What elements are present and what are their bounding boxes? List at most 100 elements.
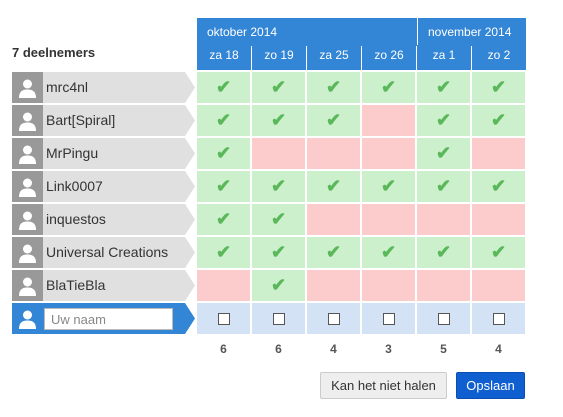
new-participant-avatar — [12, 303, 43, 334]
vote-yes-cell: ✔ — [362, 72, 415, 103]
checkmark-icon: ✔ — [215, 176, 232, 196]
checkmark-icon: ✔ — [215, 77, 232, 97]
participant-count: 7 deelnemers — [12, 45, 96, 60]
your-name-input[interactable] — [44, 308, 173, 330]
availability-cell — [362, 303, 415, 334]
vote-no-cell — [197, 270, 250, 301]
date-total: 6 — [275, 342, 282, 356]
vote-no-cell — [307, 270, 360, 301]
save-button[interactable]: Opslaan — [456, 372, 525, 399]
avatar — [12, 171, 43, 202]
date-header: zo 26 — [362, 45, 416, 70]
participant-name: Link0007 — [46, 178, 103, 194]
checkmark-icon: ✔ — [270, 275, 287, 295]
vote-yes-cell: ✔ — [307, 171, 360, 202]
vote-yes-cell: ✔ — [417, 171, 470, 202]
availability-cell — [197, 303, 250, 334]
checkmark-icon: ✔ — [270, 77, 287, 97]
checkmark-icon: ✔ — [325, 110, 342, 130]
date-header: zo 2 — [472, 45, 526, 70]
vote-yes-cell: ✔ — [417, 237, 470, 268]
date-header: za 25 — [307, 45, 361, 70]
avatar — [12, 138, 43, 169]
date-divider — [361, 46, 362, 68]
checkmark-icon: ✔ — [490, 110, 507, 130]
checkmark-icon: ✔ — [215, 110, 232, 130]
participant-name: inquestos — [46, 211, 106, 227]
participant-row: Link0007 — [12, 171, 195, 202]
date-divider — [471, 46, 472, 68]
checkmark-icon: ✔ — [215, 209, 232, 229]
checkmark-icon: ✔ — [215, 143, 232, 163]
vote-yes-cell: ✔ — [307, 237, 360, 268]
user-icon — [19, 79, 36, 98]
vote-no-cell — [362, 138, 415, 169]
vote-yes-cell: ✔ — [252, 270, 305, 301]
checkmark-icon: ✔ — [435, 143, 452, 163]
availability-cell — [307, 303, 360, 334]
avatar — [12, 270, 43, 301]
participant-row: MrPingu — [12, 138, 195, 169]
vote-no-cell — [472, 204, 525, 235]
availability-cell — [252, 303, 305, 334]
vote-yes-cell: ✔ — [472, 237, 525, 268]
participant-row: Universal Creations — [12, 237, 195, 268]
vote-no-cell — [417, 204, 470, 235]
availability-checkbox[interactable] — [382, 312, 395, 325]
cannot-attend-button[interactable]: Kan het niet halen — [320, 372, 447, 399]
availability-checkbox[interactable] — [437, 312, 450, 325]
availability-checkbox[interactable] — [492, 312, 505, 325]
user-icon — [19, 244, 36, 263]
date-divider — [251, 46, 252, 68]
date-header: za 18 — [197, 45, 251, 70]
vote-yes-cell: ✔ — [252, 171, 305, 202]
date-divider — [416, 46, 417, 68]
availability-checkbox[interactable] — [272, 312, 285, 325]
month-header-november: november 2014 — [417, 18, 526, 46]
avatar — [12, 204, 43, 235]
vote-yes-cell: ✔ — [417, 105, 470, 136]
date-divider — [306, 46, 307, 68]
participant-row: Bart[Spiral] — [12, 105, 195, 136]
date-total: 5 — [440, 342, 447, 356]
checkmark-icon: ✔ — [490, 77, 507, 97]
availability-cell — [472, 303, 525, 334]
availability-checkbox[interactable] — [327, 312, 340, 325]
checkmark-icon: ✔ — [380, 77, 397, 97]
vote-no-cell — [252, 138, 305, 169]
participant-name: mrc4nl — [46, 79, 89, 95]
vote-yes-cell: ✔ — [307, 72, 360, 103]
vote-yes-cell: ✔ — [197, 204, 250, 235]
date-total: 3 — [385, 342, 392, 356]
vote-no-cell — [362, 270, 415, 301]
vote-no-cell — [362, 105, 415, 136]
checkmark-icon: ✔ — [490, 176, 507, 196]
checkmark-icon: ✔ — [435, 110, 452, 130]
vote-yes-cell: ✔ — [197, 237, 250, 268]
participant-name: BlaTieBla — [46, 277, 106, 293]
avatar — [12, 105, 43, 136]
user-icon — [19, 277, 36, 296]
vote-yes-cell: ✔ — [417, 72, 470, 103]
checkmark-icon: ✔ — [270, 110, 287, 130]
vote-no-cell — [472, 270, 525, 301]
vote-yes-cell: ✔ — [252, 204, 305, 235]
vote-yes-cell: ✔ — [417, 138, 470, 169]
user-icon — [19, 310, 36, 329]
vote-yes-cell: ✔ — [252, 105, 305, 136]
vote-no-cell — [362, 204, 415, 235]
checkmark-icon: ✔ — [215, 242, 232, 262]
vote-no-cell — [472, 138, 525, 169]
date-total: 4 — [495, 342, 502, 356]
vote-yes-cell: ✔ — [197, 105, 250, 136]
user-icon — [19, 178, 36, 197]
vote-no-cell — [307, 204, 360, 235]
availability-checkbox[interactable] — [217, 312, 230, 325]
doodle-poll: 7 deelnemers oktober 2014 november 2014 … — [0, 0, 563, 417]
date-header: za 1 — [417, 45, 471, 70]
vote-yes-cell: ✔ — [252, 72, 305, 103]
participant-row: BlaTieBla — [12, 270, 195, 301]
participant-row: mrc4nl — [12, 72, 195, 103]
vote-no-cell — [417, 270, 470, 301]
vote-yes-cell: ✔ — [362, 237, 415, 268]
